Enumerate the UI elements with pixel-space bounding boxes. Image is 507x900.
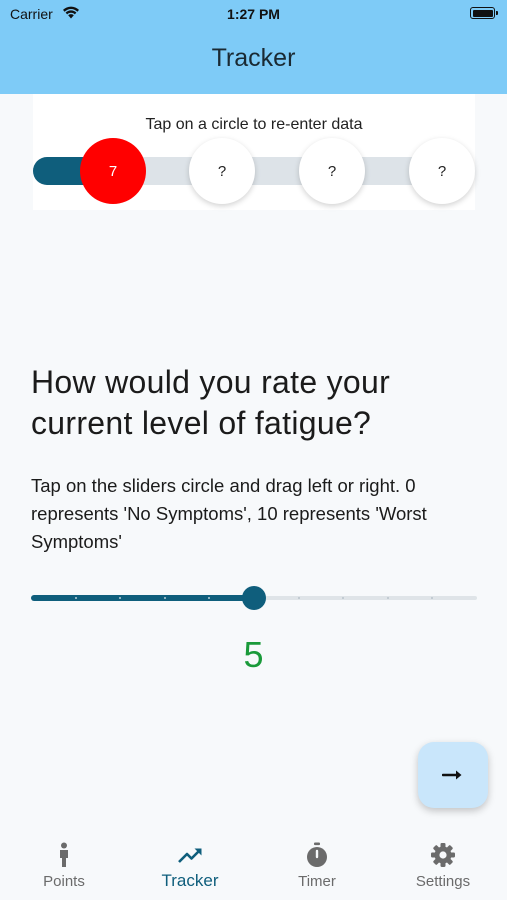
page-title: Tracker <box>211 44 296 72</box>
nav-label-tracker: Tracker <box>161 871 219 890</box>
progress-step-4[interactable]: ? <box>409 138 475 204</box>
nav-item-settings[interactable]: Settings <box>380 825 506 900</box>
progress-step-label: ? <box>437 162 447 180</box>
question-title: How would you rate your current level of… <box>31 364 391 441</box>
progress-step-label: ? <box>217 162 227 180</box>
progress-step-1[interactable]: 7 <box>80 138 146 204</box>
slider-tick <box>387 597 389 599</box>
slider-tick <box>342 597 344 599</box>
nav-label-points: Points <box>43 873 85 890</box>
slider-tick <box>208 597 210 599</box>
nav-item-tracker[interactable]: Tracker <box>127 825 253 900</box>
status-time: 1:27 PM <box>227 6 280 22</box>
slider-tick <box>119 597 121 599</box>
progress-step-label: ? <box>327 162 337 180</box>
nav-item-points[interactable]: Points <box>1 825 127 900</box>
fatigue-slider[interactable] <box>31 585 477 611</box>
trending-up-icon <box>178 848 202 863</box>
person-icon <box>60 842 68 867</box>
battery-icon <box>470 7 498 19</box>
slider-tick <box>75 597 77 599</box>
question-instructions: Tap on the sliders circle and drag left … <box>31 475 427 552</box>
nav-item-timer[interactable]: Timer <box>254 825 380 900</box>
slider-tick <box>431 597 433 599</box>
next-button[interactable] <box>418 742 488 808</box>
progress-step-label: 7 <box>108 162 118 180</box>
slider-tick <box>164 597 166 599</box>
nav-label-timer: Timer <box>298 873 336 890</box>
progress-step-2[interactable]: ? <box>189 138 255 204</box>
gear-icon <box>431 843 455 867</box>
progress-step-3[interactable]: ? <box>299 138 365 204</box>
slider-tick <box>298 597 300 599</box>
progress-hint: Tap on a circle to re-enter data <box>145 116 363 133</box>
nav-label-settings: Settings <box>415 873 471 890</box>
slider-value: 5 <box>243 634 264 675</box>
arrow-right-icon <box>442 770 462 780</box>
status-bar: Carrier 1:27 PM <box>0 0 507 28</box>
top-bar: Carrier 1:27 PM Tracker <box>0 0 507 94</box>
bottom-nav: Points Tracker Timer Settings <box>0 825 507 900</box>
timer-icon <box>307 842 327 867</box>
slider-thumb[interactable] <box>242 586 266 610</box>
slider-fill <box>31 595 254 601</box>
